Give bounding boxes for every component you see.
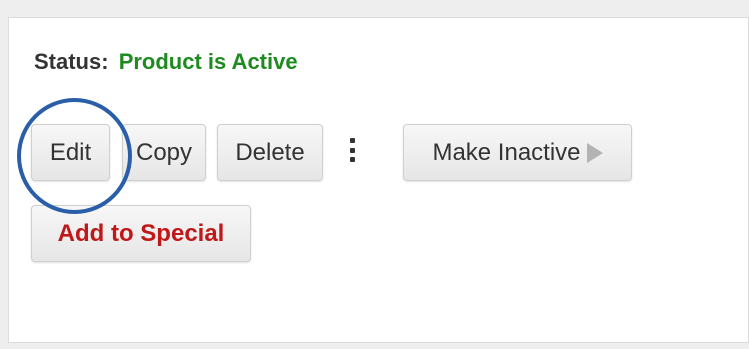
status-value: Product is Active <box>118 49 298 74</box>
status-label: Status: <box>34 49 109 74</box>
delete-button[interactable]: Delete <box>217 124 323 181</box>
edit-button[interactable]: Edit <box>31 124 110 181</box>
kebab-dot <box>349 138 355 143</box>
play-icon <box>586 142 603 163</box>
product-status-panel: Status: Product is Active Edit Copy Dele… <box>8 17 749 343</box>
product-status: Status: Product is Active <box>34 49 298 75</box>
make-inactive-button[interactable]: Make Inactive <box>403 124 632 181</box>
kebab-dot <box>349 157 355 162</box>
kebab-dot <box>349 147 355 153</box>
copy-button[interactable]: Copy <box>122 124 206 181</box>
make-inactive-label: Make Inactive <box>432 138 581 166</box>
add-to-special-button[interactable]: Add to Special <box>31 205 251 262</box>
kebab-menu-icon[interactable] <box>346 138 358 162</box>
